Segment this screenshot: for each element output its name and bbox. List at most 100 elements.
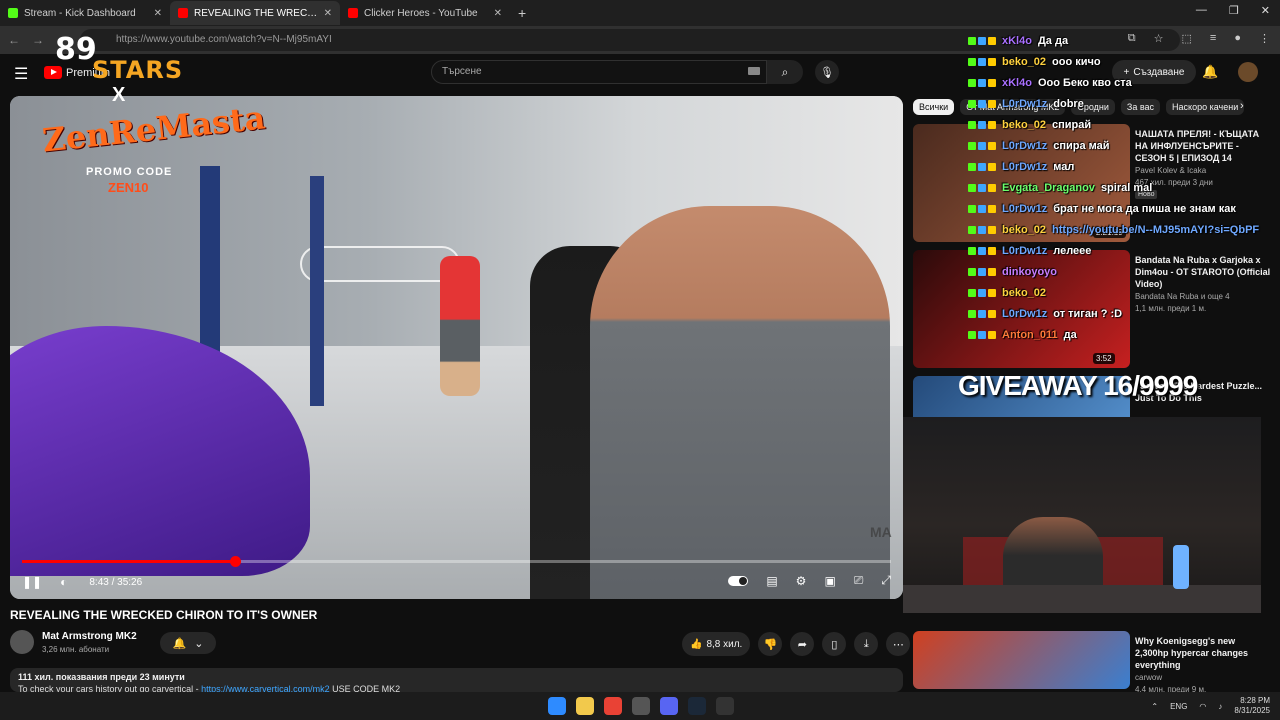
chat-username[interactable]: L0rDw1z — [1002, 203, 1047, 215]
pause-icon[interactable]: ❚❚ — [22, 575, 42, 589]
keyboard-icon[interactable] — [748, 67, 760, 75]
chat-username[interactable]: beko_02 — [1002, 119, 1046, 131]
recommended-title[interactable]: Why Koenigsegg's new 2,300hp hypercar ch… — [1135, 635, 1271, 671]
chat-message: Evgata_Draganov spiral mal — [968, 177, 1268, 198]
progress-scrubber[interactable] — [229, 556, 241, 567]
chat-username[interactable]: xKl4o — [1002, 35, 1032, 47]
recommended-channel[interactable]: carwow — [1135, 673, 1162, 682]
search-button[interactable]: ⌕ — [767, 60, 803, 84]
tab-close-icon[interactable]: ✕ — [154, 8, 162, 19]
description-link[interactable]: https://www.carvertical.com/mk2 — [201, 684, 330, 692]
tab-favicon-icon — [178, 8, 188, 18]
chat-username[interactable]: L0rDw1z — [1002, 140, 1047, 152]
chat-text: dobre — [1053, 97, 1084, 110]
epic-games-icon[interactable] — [716, 697, 734, 715]
chat-badge-icon — [978, 267, 986, 276]
player-controls: ❚❚ ◐ 8:43 / 35:26 ▤ ⚙ ▣ ⎚ ⤢ — [22, 571, 891, 593]
chat-username[interactable]: beko_02 — [1002, 56, 1046, 68]
chat-message: xKl4o Да да — [968, 30, 1268, 51]
chrome-icon[interactable] — [604, 697, 622, 715]
browser-tab[interactable]: Stream - Kick Dashboard ✕ — [0, 1, 170, 25]
video-duration: 3:52 — [1093, 353, 1115, 364]
chat-username[interactable]: beko_02 — [1002, 287, 1046, 299]
maximize-icon[interactable]: ❐ — [1229, 4, 1239, 17]
chat-badge-icon — [968, 36, 976, 45]
settings-gear-icon[interactable]: ⚙ — [796, 574, 807, 588]
start-icon[interactable] — [548, 697, 566, 715]
obs-icon[interactable] — [632, 697, 650, 715]
like-button[interactable]: 👍 8,8 хил. — [682, 632, 751, 656]
download-button[interactable]: ⤓ — [854, 632, 879, 656]
tab-favicon-icon — [348, 8, 358, 18]
chat-text[interactable]: https://youtu.be/N--MJ95mAYI?si=QbPF — [1052, 224, 1259, 236]
chat-badge-icon — [978, 309, 986, 318]
save-button[interactable]: ▯ — [822, 632, 847, 656]
chat-badge-icon — [968, 120, 976, 129]
recommended-video[interactable]: Why Koenigsegg's new 2,300hp hypercar ch… — [913, 631, 1271, 694]
tab-favicon-icon — [8, 8, 18, 18]
chat-message: beko_02 спирай — [968, 114, 1268, 135]
progress-bar[interactable] — [22, 556, 891, 567]
chat-username[interactable]: L0rDw1z — [1002, 245, 1047, 257]
discord-icon[interactable] — [660, 697, 678, 715]
share-icon: ➦ — [797, 638, 807, 651]
tab-close-icon[interactable]: ✕ — [494, 8, 502, 19]
file-explorer-icon[interactable] — [576, 697, 594, 715]
speaker-icon[interactable]: ♪ — [1218, 702, 1222, 711]
download-icon: ⤓ — [863, 637, 869, 650]
chat-username[interactable]: beko_02 — [1002, 224, 1046, 236]
subtitles-icon[interactable]: ▤ — [766, 574, 777, 588]
chat-badge-icon — [978, 141, 986, 150]
cast-video-icon[interactable]: ⎚ — [854, 573, 864, 588]
hamburger-menu-icon[interactable]: ☰ — [14, 64, 28, 84]
chat-badge-icon — [978, 246, 986, 255]
steam-icon[interactable] — [688, 697, 706, 715]
video-thumbnail[interactable] — [913, 631, 1130, 689]
chat-badge-icon — [978, 36, 986, 45]
language-indicator[interactable]: ENG — [1170, 702, 1187, 711]
chat-username[interactable]: Evgata_Draganov — [1002, 182, 1095, 194]
wifi-icon[interactable]: ◠ — [1199, 702, 1206, 711]
dislike-button[interactable]: 👎 — [758, 632, 783, 656]
channel-name[interactable]: Mat Armstrong MK2 — [42, 631, 137, 642]
volume-icon[interactable]: ◐ — [60, 575, 67, 589]
chat-badge-icon — [988, 120, 996, 129]
chat-text: от тиган ? :D — [1053, 307, 1123, 320]
close-window-icon[interactable]: ✕ — [1261, 4, 1270, 17]
chat-badge-icon — [988, 246, 996, 255]
tray-chevron-icon[interactable]: ⌃ — [1151, 702, 1158, 711]
promo-code: ZEN10 — [108, 180, 149, 195]
chat-username[interactable]: Anton_011 — [1002, 329, 1058, 341]
chat-username[interactable]: L0rDw1z — [1002, 98, 1047, 110]
clock[interactable]: 8:28 PM 8/31/2025 — [1234, 696, 1270, 716]
subscriber-count: 3,26 млн. абонати — [42, 645, 110, 654]
new-tab-button[interactable]: + — [518, 5, 526, 21]
chat-username[interactable]: L0rDw1z — [1002, 308, 1047, 320]
chat-username[interactable]: dinkoyoyo — [1002, 266, 1057, 278]
chat-badge-icon — [968, 99, 976, 108]
minimize-icon[interactable]: — — [1196, 4, 1207, 17]
filter-chip[interactable]: Всички — [913, 99, 955, 115]
forward-icon[interactable]: → — [32, 33, 44, 47]
voice-search-button[interactable]: 🎙 — [815, 60, 839, 84]
fullscreen-icon[interactable]: ⤢ — [881, 573, 891, 588]
chat-username[interactable]: L0rDw1z — [1002, 161, 1047, 173]
tab-close-icon[interactable]: ✕ — [324, 8, 332, 19]
chat-username[interactable]: xKl4o — [1002, 77, 1032, 89]
search-input[interactable]: Търсене — [431, 60, 767, 84]
share-button[interactable]: ➦ — [790, 632, 815, 656]
chat-text: Да да — [1037, 34, 1069, 47]
browser-tab[interactable]: REVEALING THE WRECKED ✕ — [170, 1, 340, 25]
back-icon[interactable]: ← — [8, 33, 20, 47]
more-actions-button[interactable]: ⋯ — [886, 632, 911, 656]
channel-avatar[interactable] — [10, 630, 34, 654]
browser-tab[interactable]: Clicker Heroes - YouTube ✕ — [340, 1, 510, 25]
89stars-logo-text: STARS — [92, 56, 184, 84]
chat-badge-icon — [988, 183, 996, 192]
description-box[interactable]: 111 хил. показвания преди 23 минути To c… — [10, 668, 903, 692]
webcam-bottle — [1173, 545, 1189, 589]
chat-message: L0rDw1z спира май — [968, 135, 1268, 156]
miniplayer-icon[interactable]: ▣ — [824, 574, 835, 588]
subscription-bell-button[interactable]: 🔔 ⌄ — [160, 632, 216, 654]
autoplay-toggle[interactable] — [728, 575, 749, 586]
